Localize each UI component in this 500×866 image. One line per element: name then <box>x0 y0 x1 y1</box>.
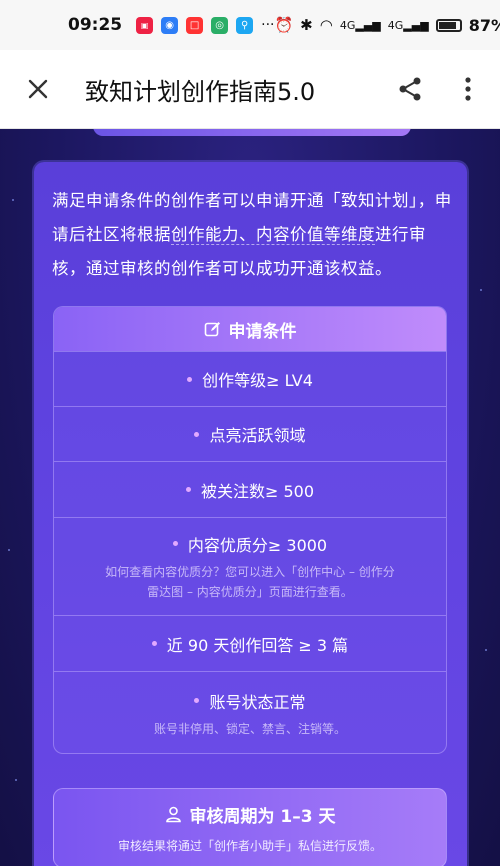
requirement-label: 近 90 天创作回答 ≥ 3 篇 <box>166 635 349 655</box>
user-icon <box>165 806 181 823</box>
share-icon <box>399 77 421 101</box>
requirement-note: 账号非停用、锁定、禁言、注销等。 <box>153 721 346 736</box>
close-icon <box>28 79 48 99</box>
requirement-item: 点亮活跃领域 <box>54 406 446 461</box>
wechat-icon: ◎ <box>211 16 229 34</box>
signal-4g-b: 4G▂▄▆ <box>387 18 429 32</box>
conditions-panel: 满足申请条件的创作者可以申请开通「致知计划」，申请后社区将根据创作能力、内容价值… <box>34 162 467 866</box>
section-banner-partial <box>93 129 411 136</box>
bullet-dot <box>172 541 178 546</box>
requirements-box: 申请条件 创作等级≥ LV4 点亮活跃领域 被关注数≥ 500 内容优质分≥ 3… <box>53 306 447 754</box>
requirement-note: 如何查看内容优质分？您可以进入「创作中心 – 创作分雷达图 – 内容优质分」页面… <box>105 564 395 599</box>
review-period-box: 审核周期为 1–3 天 审核结果将通过「创作者小助手」私信进行反馈。 <box>53 788 447 866</box>
more-notifications-icon: ··· <box>261 17 275 33</box>
close-button[interactable] <box>18 69 58 109</box>
page-title: 致知计划创作指南5.0 <box>85 77 316 106</box>
battery-level: 87% <box>468 15 500 35</box>
bluetooth-icon: ✱ <box>300 16 313 34</box>
alarm-icon: ⏰ <box>274 16 294 34</box>
page-content[interactable]: 满足申请条件的创作者可以申请开通「致知计划」，申请后社区将根据创作能力、内容价值… <box>0 129 500 866</box>
requirement-label: 内容优质分≥ 3000 <box>187 535 328 555</box>
bulb-app-icon: ◉ <box>161 16 179 34</box>
bullet-dot <box>194 431 200 437</box>
edit-icon <box>204 321 220 336</box>
bullet-dot <box>151 641 157 646</box>
signal-4g-a: 4G▂▄▆ <box>339 18 381 32</box>
requirement-item: 创作等级≥ LV4 <box>54 351 446 406</box>
requirement-item: 近 90 天创作回答 ≥ 3 篇 <box>54 615 446 671</box>
status-time: 09:25 <box>68 15 123 35</box>
red-app-icon: □ <box>186 16 204 34</box>
intro-text: 满足申请条件的创作者可以申请开通「致知计划」，申请后社区将根据创作能力、内容价值… <box>52 184 452 286</box>
requirement-label: 被关注数≥ 500 <box>200 481 315 501</box>
review-subtitle: 审核结果将通过「创作者小助手」私信进行反馈。 <box>117 839 382 853</box>
status-left: 09:25 ▣ ◉ □ ◎ ⚲ ··· <box>68 15 274 35</box>
requirements-header: 申请条件 <box>54 307 446 351</box>
requirement-item: 账号状态正常 账号非停用、锁定、禁言、注销等。 <box>54 671 446 753</box>
requirements-title: 申请条件 <box>228 321 297 342</box>
wifi-icon: ◠ <box>319 16 333 34</box>
search-app-icon: ⚲ <box>236 16 254 34</box>
bullet-dot <box>185 487 191 492</box>
bullet-dot <box>187 376 193 382</box>
network-a-label: 4G <box>339 18 356 32</box>
app-notification-icon: ▣ <box>136 16 154 34</box>
requirement-item: 内容优质分≥ 3000 如何查看内容优质分？您可以进入「创作中心 – 创作分雷达… <box>54 517 446 615</box>
status-bar: 09:25 ▣ ◉ □ ◎ ⚲ ··· ⏰ ✱ ◠ 4G▂▄▆ 4G▂▄▆ 87… <box>0 0 500 50</box>
requirement-label: 点亮活跃领域 <box>209 426 306 445</box>
share-button[interactable] <box>390 69 430 109</box>
review-title-text: 审核周期为 1–3 天 <box>189 807 336 827</box>
more-options-button[interactable] <box>448 69 488 109</box>
network-b-label: 4G <box>387 18 404 32</box>
intro-highlight: 创作能力、内容价值等维度 <box>171 225 375 245</box>
bullet-dot <box>194 698 200 703</box>
requirement-label: 创作等级≥ LV4 <box>202 371 313 390</box>
status-right: ⏰ ✱ ◠ 4G▂▄▆ 4G▂▄▆ 87% <box>274 16 500 35</box>
more-vertical-icon <box>465 77 471 101</box>
title-bar: 致知计划创作指南5.0 <box>0 50 500 129</box>
requirement-label: 账号状态正常 <box>209 692 306 712</box>
battery-icon <box>435 18 462 32</box>
requirement-item: 被关注数≥ 500 <box>54 461 446 517</box>
review-title: 审核周期为 1–3 天 <box>165 802 336 827</box>
